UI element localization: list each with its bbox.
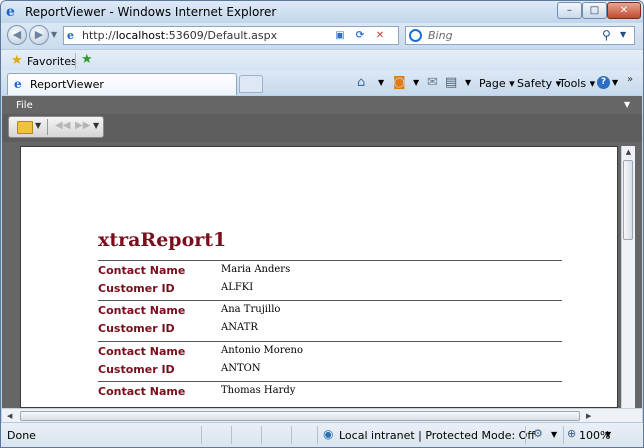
print-icon[interactable]: ▤ <box>445 75 457 90</box>
record-divider <box>98 381 562 382</box>
bing-icon <box>409 29 422 42</box>
contact-name-value: Antonio Moreno <box>221 345 303 356</box>
divider <box>563 426 564 444</box>
tab-row: e ReportViewer ⌂ ▼ ◙ ▼ ✉ ▤ ▼ Page ▾ Safe… <box>1 71 643 95</box>
contact-name-label: Contact Name <box>98 345 186 358</box>
tab-reportviewer[interactable]: e ReportViewer <box>7 73 237 95</box>
open-folder-icon[interactable] <box>17 121 33 134</box>
favorites-button[interactable]: Favorites <box>27 55 77 68</box>
record-divider <box>98 260 562 261</box>
chevron-down-icon[interactable]: ▼ <box>612 78 618 87</box>
navigation-bar: ◀ ▶ ▼ e http://localhost:53609/Default.a… <box>1 23 643 49</box>
window-title: ReportViewer - Windows Internet Explorer <box>25 5 277 19</box>
tab-label: ReportViewer <box>30 78 104 91</box>
url-text[interactable]: http://localhost:53609/Default.aspx <box>82 29 277 42</box>
toolbar-group: ▼ ◀◀ ▶▶ ▼ <box>8 116 104 138</box>
horizontal-scrollbar[interactable]: ◀ ▶ <box>2 408 642 423</box>
chevron-down-icon[interactable]: ▼ <box>413 78 419 87</box>
divider <box>47 119 48 135</box>
change-zoom-options-icon[interactable]: ⚙ <box>533 427 543 440</box>
refresh-icon[interactable]: ⟳ <box>352 28 368 43</box>
contact-name-label: Contact Name <box>98 385 186 398</box>
scrollbar-thumb[interactable] <box>623 160 633 240</box>
maximize-button[interactable]: □ <box>582 2 607 19</box>
report-area: xtraReport1 Contact Name Maria Anders Cu… <box>2 142 642 408</box>
new-tab-button[interactable] <box>239 75 263 93</box>
search-icon[interactable]: ⚲ <box>602 28 611 42</box>
title-bar: e ReportViewer - Windows Internet Explor… <box>1 1 643 23</box>
tools-menu[interactable]: Tools ▾ <box>559 77 595 90</box>
contact-name-value: Thomas Hardy <box>221 385 296 396</box>
scroll-up-icon[interactable]: ▲ <box>622 146 635 159</box>
customer-id-label: Customer ID <box>98 282 175 295</box>
vertical-scrollbar[interactable]: ▲ <box>621 146 635 408</box>
customer-id-value: ALFKI <box>221 282 254 293</box>
help-icon[interactable]: ? <box>597 76 610 89</box>
recent-pages-dropdown-icon[interactable]: ▼ <box>51 30 57 39</box>
customer-id-label: Customer ID <box>98 322 175 335</box>
mail-icon[interactable]: ✉ <box>427 75 438 90</box>
page-icon: e <box>67 29 74 42</box>
chevron-down-icon[interactable]: ▼ <box>465 78 471 87</box>
browser-window: e ReportViewer - Windows Internet Explor… <box>0 0 644 448</box>
customer-id-label: Customer ID <box>98 363 175 376</box>
home-icon[interactable]: ⌂ <box>357 75 365 90</box>
divider <box>261 426 262 444</box>
chevron-down-icon[interactable]: ▼ <box>605 430 611 439</box>
next-page-icon[interactable]: ▶▶ <box>75 120 90 131</box>
more-commands-button[interactable]: » <box>627 74 633 85</box>
divider <box>525 426 526 444</box>
favorites-star-icon[interactable]: ★ <box>11 53 23 68</box>
chevron-down-icon[interactable]: ▼ <box>35 121 41 130</box>
status-bar: Done ◉ Local intranet | Protected Mode: … <box>1 422 643 447</box>
report-viewer-menubar: File ▼ <box>2 96 642 114</box>
previous-page-icon[interactable]: ◀◀ <box>55 120 70 131</box>
customer-id-value: ANTON <box>221 363 261 374</box>
divider <box>201 426 202 444</box>
divider <box>291 426 292 444</box>
safety-menu[interactable]: Safety ▾ <box>517 77 561 90</box>
chevron-down-icon[interactable]: ▼ <box>551 430 557 439</box>
report-title: xtraReport1 <box>98 229 227 251</box>
internet-explorer-icon: e <box>6 4 15 20</box>
report-page: xtraReport1 Contact Name Maria Anders Cu… <box>20 146 618 408</box>
favorites-bar: ★ Favorites ★ <box>1 49 643 72</box>
search-input[interactable]: Bing <box>428 29 453 42</box>
report-viewer-toolbar: ▼ ◀◀ ▶▶ ▼ <box>2 114 642 142</box>
back-button[interactable]: ◀ <box>7 25 27 45</box>
divider <box>75 53 76 69</box>
scrollbar-thumb[interactable] <box>20 411 580 421</box>
page-menu[interactable]: Page ▾ <box>479 77 515 90</box>
contact-name-value: Maria Anders <box>221 264 291 275</box>
chevron-down-icon[interactable]: ▼ <box>93 121 99 130</box>
record-divider <box>98 341 562 342</box>
scroll-left-icon[interactable]: ◀ <box>7 409 12 423</box>
search-box[interactable]: Bing ⚲ ▼ <box>405 26 635 45</box>
security-zone-text[interactable]: Local intranet | Protected Mode: Off <box>339 429 535 442</box>
page-icon: e <box>14 77 22 91</box>
compatibility-view-icon[interactable]: ▣ <box>332 28 348 43</box>
intranet-zone-icon: ◉ <box>323 427 334 441</box>
status-text: Done <box>7 429 36 442</box>
file-menu[interactable]: File <box>16 100 33 111</box>
minimize-button[interactable]: – <box>557 2 582 19</box>
feeds-icon[interactable]: ◙ <box>393 75 406 90</box>
contact-name-label: Contact Name <box>98 264 186 277</box>
zoom-icon[interactable]: ⊕ <box>567 427 576 440</box>
chevron-down-icon[interactable]: ▼ <box>378 78 384 87</box>
customer-id-value: ANATR <box>221 322 258 333</box>
scroll-right-icon[interactable]: ▶ <box>586 409 591 423</box>
stop-icon[interactable]: ✕ <box>372 28 388 43</box>
add-to-favorites-icon[interactable]: ★ <box>81 52 93 67</box>
forward-button[interactable]: ▶ <box>29 25 49 45</box>
chevron-down-icon[interactable]: ▼ <box>624 100 630 109</box>
contact-name-label: Contact Name <box>98 304 186 317</box>
divider <box>231 426 232 444</box>
search-options-dropdown-icon[interactable]: ▼ <box>620 30 626 39</box>
record-divider <box>98 300 562 301</box>
close-button[interactable]: ✕ <box>607 2 641 19</box>
contact-name-value: Ana Trujillo <box>221 304 281 315</box>
address-bar[interactable]: e http://localhost:53609/Default.aspx ▣ … <box>63 26 399 45</box>
divider <box>317 426 318 444</box>
